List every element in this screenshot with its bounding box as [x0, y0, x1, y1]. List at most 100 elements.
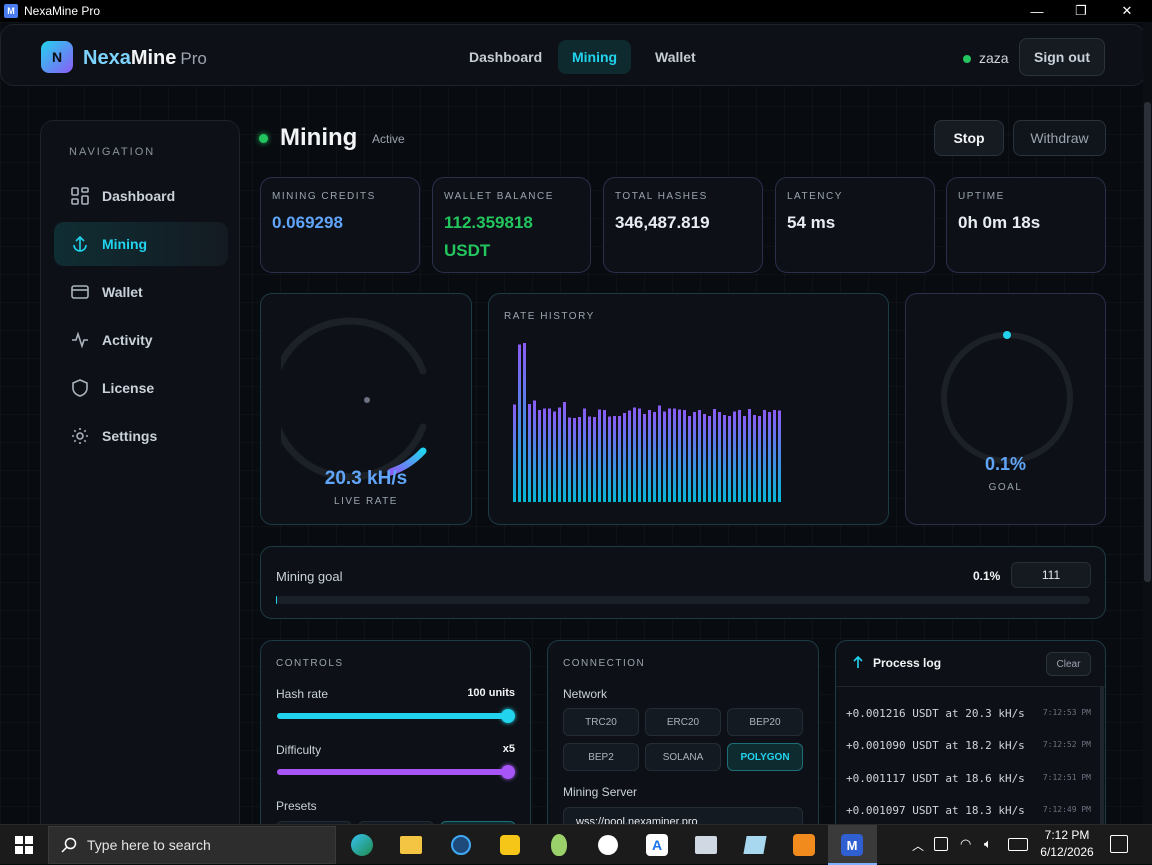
goal-ring-card: 0.1% GOAL — [905, 293, 1106, 525]
taskbar-clock[interactable]: 7:12 PM 6/12/2026 — [1038, 827, 1096, 861]
log-entry: +0.001090 USDT at 18.2 kH/s — [846, 735, 1025, 755]
hash-rate-value: 100 units — [467, 687, 515, 699]
log-entry-text: +0.001216 USDT at 20.3 kH/s — [846, 706, 1025, 720]
live-rate-gauge — [281, 317, 427, 481]
stat-uptime: UPTIME 0h 0m 18s — [946, 177, 1106, 273]
close-button[interactable]: ✕ — [1104, 0, 1150, 22]
rate-bar — [748, 409, 751, 502]
mining-goal-input[interactable]: 111 — [1011, 562, 1091, 588]
app-icon-dots[interactable] — [594, 831, 622, 859]
app-icon-orange[interactable] — [790, 831, 818, 859]
network-chip-bep2[interactable]: BEP2 — [563, 743, 639, 771]
notification-icon[interactable] — [1110, 835, 1128, 853]
server-input[interactable]: wss://pool.nexaminer.pro — [563, 807, 803, 824]
topnav-mining[interactable]: Mining — [558, 40, 632, 74]
stat-wallet-balance: WALLET BALANCE 112.359818 USDT — [432, 177, 591, 273]
nexamine-app-icon: M — [841, 834, 863, 856]
sidebar-item-settings[interactable]: Settings — [54, 414, 228, 458]
network-chip-trc20[interactable]: TRC20 — [563, 708, 639, 736]
app-scrollbar-thumb[interactable] — [1144, 102, 1151, 582]
volume-icon[interactable]: 🔈︎ — [984, 836, 992, 852]
sign-out-button[interactable]: Sign out — [1019, 38, 1105, 76]
sidebar-item-label: Dashboard — [102, 188, 176, 204]
withdraw-button[interactable]: Withdraw — [1013, 120, 1106, 156]
mining-goal-progress-fill — [276, 596, 277, 604]
app-icon-yellow[interactable] — [496, 831, 524, 859]
network-chip-polygon[interactable]: POLYGON — [727, 743, 803, 771]
clear-log-button[interactable]: Clear — [1046, 652, 1091, 676]
brand-logo: N — [41, 41, 73, 73]
app-icon-window[interactable] — [692, 831, 720, 859]
anchor-icon — [70, 234, 90, 254]
stop-button[interactable]: Stop — [934, 120, 1004, 156]
rate-bar — [733, 411, 736, 502]
taskbar-search[interactable]: Type here to search — [48, 826, 336, 864]
mining-status-dot — [259, 134, 268, 143]
rate-bar — [693, 412, 696, 502]
topnav-dashboard[interactable]: Dashboard — [455, 40, 556, 74]
stat-value: 0.069298 — [272, 213, 343, 232]
rate-history-card: RATE HISTORY — [488, 293, 889, 525]
maximize-button[interactable]: ❐ — [1058, 0, 1104, 22]
network-chip-bep20[interactable]: BEP20 — [727, 708, 803, 736]
log-entry: +0.001097 USDT at 18.3 kH/s — [846, 800, 1025, 820]
rate-bar — [533, 400, 536, 502]
difficulty-slider[interactable] — [277, 769, 510, 775]
taskbar: Type here to search A M ︿ ◠ 🔈︎ 7:12 PM 6… — [0, 824, 1152, 865]
file-explorer-icon[interactable] — [397, 831, 425, 859]
hash-rate-slider[interactable] — [277, 713, 510, 719]
activity-icon — [70, 330, 90, 350]
difficulty-slider-handle[interactable] — [501, 765, 515, 779]
keyboard-icon[interactable] — [1008, 838, 1028, 851]
rate-bar — [713, 409, 716, 502]
chevron-up-icon[interactable]: ︿ — [912, 837, 924, 854]
sidebar-item-license[interactable]: License — [54, 366, 228, 410]
sidebar-item-label: Wallet — [102, 284, 143, 300]
log-entry-text: +0.001117 USDT at 18.6 kH/s — [846, 771, 1025, 785]
app-icon-triangle[interactable]: A — [643, 831, 671, 859]
hash-rate-slider-handle[interactable] — [501, 709, 515, 723]
rate-bar — [778, 410, 781, 502]
sidebar-item-label: Activity — [102, 332, 153, 348]
alien-app-icon[interactable] — [545, 831, 573, 859]
stat-value: 112.359818 USDT — [444, 209, 533, 265]
stat-value: 346,487.819 — [615, 213, 710, 232]
battery-icon[interactable] — [934, 837, 948, 851]
app-scrollbar[interactable] — [1143, 22, 1152, 824]
rate-history-chart — [513, 343, 781, 502]
sidebar-item-wallet[interactable]: Wallet — [54, 270, 228, 314]
stat-mining-credits: MINING CREDITS 0.069298 — [260, 177, 420, 273]
app-icon-notes[interactable] — [741, 831, 769, 859]
clock-date: 6/12/2026 — [1040, 845, 1094, 859]
brand-name: NexaMine Pro — [83, 47, 207, 70]
edge-icon[interactable] — [348, 831, 376, 859]
sidebar-item-mining[interactable]: Mining — [54, 222, 228, 266]
controls-heading: CONTROLS — [276, 658, 344, 669]
rate-bar — [553, 411, 556, 502]
nexamine-taskbar-button[interactable]: M — [828, 825, 877, 865]
sidebar-item-activity[interactable]: Activity — [54, 318, 228, 362]
app-icon-blue[interactable] — [447, 831, 475, 859]
window-titlebar: M NexaMine Pro — ❐ ✕ — [0, 0, 1152, 22]
stat-value: 0h 0m 18s — [958, 213, 1041, 232]
sidebar-item-dashboard[interactable]: Dashboard — [54, 174, 228, 218]
log-entry-time: 7:12:52 PM — [1042, 740, 1091, 749]
minimize-button[interactable]: — — [1014, 0, 1060, 22]
search-icon — [61, 837, 77, 853]
difficulty-label: Difficulty — [276, 743, 322, 757]
network-chip-erc20[interactable]: ERC20 — [645, 708, 721, 736]
stat-label: WALLET BALANCE — [444, 191, 554, 202]
rate-bar — [613, 416, 616, 502]
rate-bar — [568, 417, 571, 502]
topnav-wallet[interactable]: Wallet — [641, 40, 710, 74]
rate-bar — [543, 408, 546, 502]
network-chip-solana[interactable]: SOLANA — [645, 743, 721, 771]
log-scrollbar[interactable] — [1100, 686, 1104, 824]
goal-label: GOAL — [988, 482, 1023, 493]
sidebar: NAVIGATION Dashboard Mining Wallet Activ… — [40, 120, 240, 824]
status-badge: Active — [372, 132, 405, 146]
windows-start-icon[interactable] — [10, 831, 38, 859]
wifi-icon[interactable]: ◠ — [960, 836, 971, 852]
window-title: NexaMine Pro — [24, 4, 101, 18]
app-logo-icon: M — [4, 4, 18, 18]
